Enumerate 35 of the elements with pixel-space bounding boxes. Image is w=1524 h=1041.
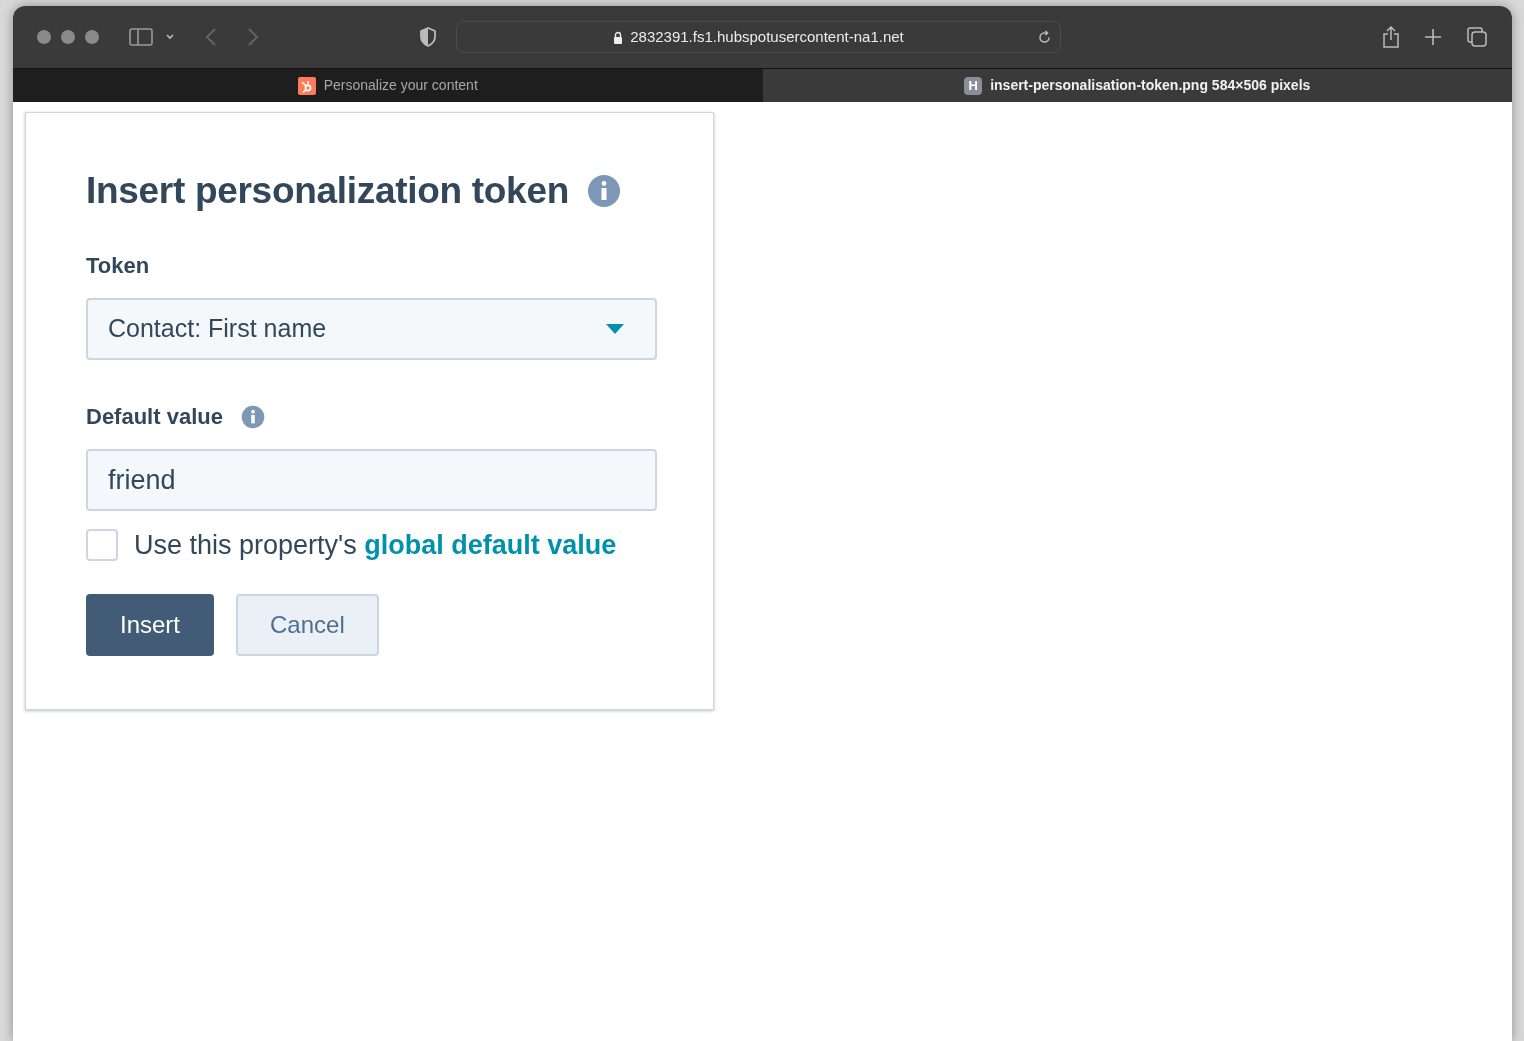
token-dropdown[interactable]: Contact: First name xyxy=(86,298,657,360)
default-value-field[interactable]: friend xyxy=(86,449,657,511)
window-minimize-button[interactable] xyxy=(61,30,75,44)
hubspot-favicon-icon xyxy=(297,76,316,95)
info-icon[interactable] xyxy=(587,174,621,208)
checkbox[interactable] xyxy=(86,529,118,562)
default-value-label: Default value xyxy=(86,403,223,431)
shield-icon[interactable] xyxy=(419,27,437,47)
field-value: friend xyxy=(108,463,176,497)
checkbox-label: Use this property's global default value xyxy=(134,529,617,562)
token-label: Token xyxy=(86,252,151,280)
global-default-link[interactable]: global default value xyxy=(364,530,617,560)
info-icon[interactable] xyxy=(240,404,265,429)
sidebar-icon[interactable] xyxy=(129,28,153,46)
forward-icon[interactable] xyxy=(247,27,259,47)
address-bar[interactable]: 2832391.fs1.hubspotusercontent-na1.net xyxy=(456,21,1061,53)
reload-icon[interactable] xyxy=(1037,29,1052,45)
new-tab-icon[interactable] xyxy=(1424,28,1442,46)
insert-button[interactable]: Insert xyxy=(86,593,215,656)
address-text: 2832391.fs1.hubspotusercontent-na1.net xyxy=(630,26,904,47)
chevron-down-icon[interactable] xyxy=(165,33,175,41)
dialog-title: Insert personalization token xyxy=(86,169,569,214)
window-zoom-button[interactable] xyxy=(85,30,99,44)
browser-tab[interactable]: H insert-personalisation-token.png 584×506 pixels xyxy=(762,69,1512,102)
tabs-overview-icon[interactable] xyxy=(1466,26,1488,48)
tab-title: Personalize your content xyxy=(323,76,478,95)
back-icon[interactable] xyxy=(205,27,217,47)
dropdown-value: Contact: First name xyxy=(108,313,328,345)
lock-icon xyxy=(613,30,624,44)
caret-down-icon xyxy=(605,323,625,335)
cancel-button[interactable]: Cancel xyxy=(236,593,379,656)
favicon-icon: H xyxy=(964,76,983,95)
tab-title: insert-personalisation-token.png 584×506 pixels xyxy=(990,76,1311,95)
window-close-button[interactable] xyxy=(37,30,51,44)
share-icon[interactable] xyxy=(1382,26,1400,48)
